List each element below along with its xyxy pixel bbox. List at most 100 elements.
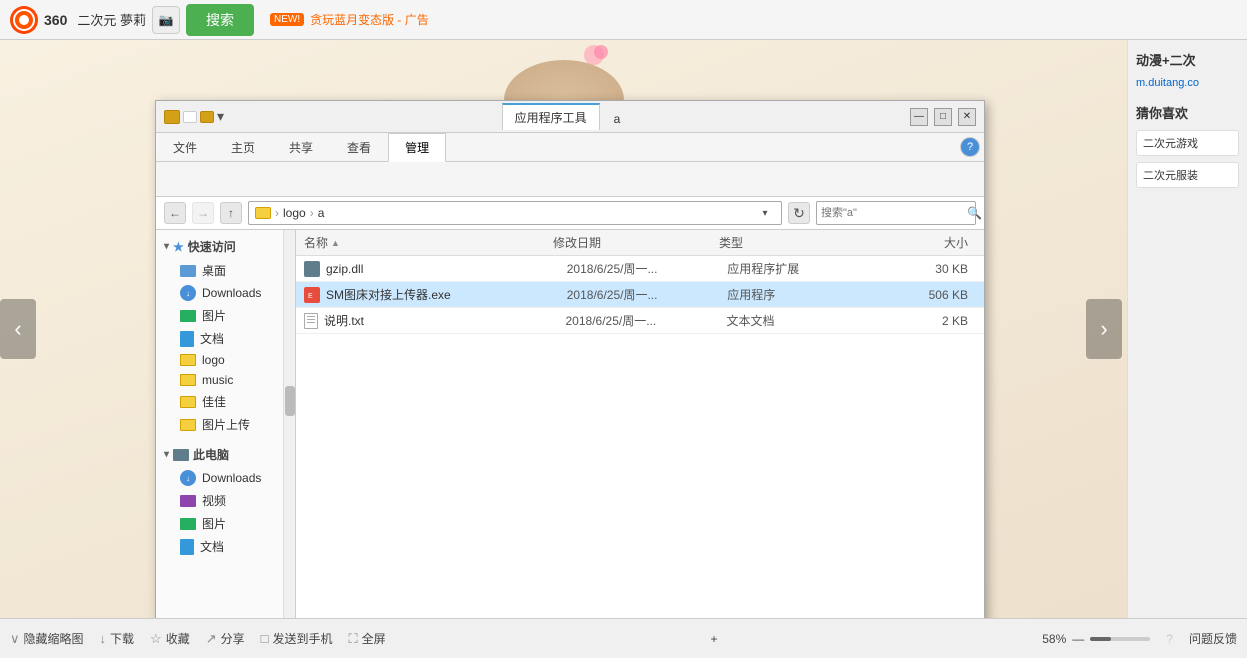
sidebar-link[interactable]: m.duitang.co xyxy=(1136,77,1239,89)
nav-item-image-pc[interactable]: 图片 xyxy=(156,512,295,535)
sidebar-card-0[interactable]: 二次元游戏 xyxy=(1136,130,1239,156)
forward-button[interactable]: → xyxy=(192,202,214,224)
breadcrumb-dropdown[interactable]: ▾ xyxy=(755,203,775,223)
nav-arrow-right[interactable]: › xyxy=(1086,299,1122,359)
zoom-controls: 58% — xyxy=(1042,632,1150,646)
file-type-2: 文本文档 xyxy=(727,312,888,329)
360-logo xyxy=(10,6,38,34)
maximize-button[interactable]: □ xyxy=(934,108,952,126)
nav-item-logo[interactable]: logo xyxy=(156,350,295,370)
nav-label-doc-pc: 文档 xyxy=(200,538,224,555)
download-label: 下载 xyxy=(110,630,134,647)
up-button[interactable]: ↑ xyxy=(220,202,242,224)
nav-item-downloads-pc[interactable]: ↓ Downloads xyxy=(156,467,295,489)
search-area: 二次元 夢莉 📷 搜索 NEW! 贪玩蓝月变态版 - 广告 xyxy=(77,4,477,36)
logo-folder-icon xyxy=(180,354,196,366)
zoom-bar xyxy=(1090,637,1150,641)
zoom-minus-btn[interactable]: — xyxy=(1072,632,1084,646)
nav-label-downloads-pc: Downloads xyxy=(202,471,261,485)
star-icon: ★ xyxy=(173,240,184,254)
sidebar-card-1[interactable]: 二次元服装 xyxy=(1136,162,1239,188)
share-btn[interactable]: ↗ 分享 xyxy=(206,630,245,647)
title-tab-active[interactable]: 应用程序工具 xyxy=(502,103,600,130)
col-header-size[interactable]: 大小 xyxy=(885,234,976,251)
help-button[interactable]: ? xyxy=(960,137,980,157)
image-icon-pc xyxy=(180,518,196,530)
hide-thumbnails-btn[interactable]: ∨ 隐藏缩略图 xyxy=(10,630,84,647)
pc-arrow-icon: ▾ xyxy=(164,449,169,460)
quick-access-header[interactable]: ▾ ★ 快速访问 xyxy=(156,234,295,259)
search-icon: 🔍 xyxy=(967,206,982,220)
nav-item-upload[interactable]: 图片上传 xyxy=(156,413,295,436)
bottom-toolbar: ∨ 隐藏缩略图 ↓ 下载 ☆ 收藏 ↗ 分享 □ 发送到手机 ⛶ 全屏 + 58… xyxy=(0,618,1247,658)
ribbon-tab-share[interactable]: 共享 xyxy=(272,133,330,161)
collect-label: 收藏 xyxy=(166,630,190,647)
file-row-0[interactable]: gzip.dll 2018/6/25/周一... 应用程序扩展 30 KB xyxy=(296,256,984,282)
file-size-1: 506 KB xyxy=(888,288,976,302)
file-list-header: 名称 ▲ 修改日期 类型 大小 xyxy=(296,230,984,256)
fullscreen-btn[interactable]: ⛶ 全屏 xyxy=(349,630,386,647)
close-button[interactable]: ✕ xyxy=(958,108,976,126)
nav-item-video-pc[interactable]: 视频 xyxy=(156,489,295,512)
share-label: 分享 xyxy=(221,630,245,647)
hide-thumbnails-label: 隐藏缩略图 xyxy=(24,630,84,647)
left-nav: ▾ ★ 快速访问 桌面 ◀ ↓ Downloads ◀ 图片 ◀ 文档 xyxy=(156,230,296,620)
ribbon-tab-manage[interactable]: 管理 xyxy=(388,133,446,162)
browser-toolbar: 360 二次元 夢莉 📷 搜索 NEW! 贪玩蓝月变态版 - 广告 xyxy=(0,0,1247,40)
downloads-icon-pc: ↓ xyxy=(180,470,196,486)
camera-button[interactable]: 📷 xyxy=(152,6,180,34)
file-row-2[interactable]: 说明.txt 2018/6/25/周一... 文本文档 2 KB xyxy=(296,308,984,334)
pc-icon xyxy=(173,449,189,461)
col-header-name[interactable]: 名称 ▲ xyxy=(304,234,553,251)
file-row-1[interactable]: E SM图床对接上传器.exe 2018/6/25/周一... 应用程序 506… xyxy=(296,282,984,308)
jiajia-folder-icon xyxy=(180,396,196,408)
nav-label-music: music xyxy=(202,373,233,387)
search-box[interactable]: 🔍 xyxy=(816,201,976,225)
site-name: 360 xyxy=(44,12,67,28)
logo-area: 360 xyxy=(10,6,67,34)
nav-item-pictures-quick[interactable]: 图片 ◀ xyxy=(156,304,295,327)
quick-access-label: 快速访问 xyxy=(188,238,236,255)
file-date-0: 2018/6/25/周一... xyxy=(567,260,728,277)
send-to-phone-btn[interactable]: □ 发送到手机 xyxy=(261,630,333,647)
spacer: + xyxy=(710,632,717,646)
nav-item-docs-quick[interactable]: 文档 ◀ xyxy=(156,327,295,350)
back-button[interactable]: ← xyxy=(164,202,186,224)
left-nav-scrollbar[interactable] xyxy=(283,230,295,620)
dll-icon xyxy=(304,261,320,277)
minimize-button[interactable]: — xyxy=(910,108,928,126)
collect-btn[interactable]: ☆ 收藏 xyxy=(150,630,190,647)
ribbon-tab-file[interactable]: 文件 xyxy=(156,133,214,161)
search-input[interactable] xyxy=(821,207,963,219)
tab-name: a xyxy=(602,108,633,130)
sidebar-section-label: 猜你喜欢 xyxy=(1136,103,1239,122)
nav-label-desktop: 桌面 xyxy=(202,262,226,279)
breadcrumb-bar[interactable]: › logo › a ▾ xyxy=(248,201,782,225)
title-bar: ▾ 应用程序工具 a — □ ✕ xyxy=(156,101,984,133)
nav-item-downloads-quick[interactable]: ↓ Downloads ◀ xyxy=(156,282,295,304)
nav-item-desktop[interactable]: 桌面 ◀ xyxy=(156,259,295,282)
breadcrumb-part-a[interactable]: a xyxy=(318,206,325,220)
feedback-btn[interactable]: 问题反馈 xyxy=(1189,630,1237,647)
file-date-1: 2018/6/25/周一... xyxy=(567,286,728,303)
send-to-phone-label: 发送到手机 xyxy=(273,630,333,647)
breadcrumb-part-logo[interactable]: logo xyxy=(283,206,306,220)
col-header-type[interactable]: 类型 xyxy=(719,234,885,251)
search-button[interactable]: 搜索 xyxy=(186,4,254,36)
nav-item-jiajia[interactable]: 佳佳 xyxy=(156,390,295,413)
ribbon-tab-home[interactable]: 主页 xyxy=(214,133,272,161)
nav-item-music[interactable]: music xyxy=(156,370,295,390)
ribbon-tab-view[interactable]: 查看 xyxy=(330,133,388,161)
quick-access-arrow[interactable]: ▾ xyxy=(217,108,224,125)
nav-item-doc-pc[interactable]: 文档 xyxy=(156,535,295,558)
pc-header[interactable]: ▾ 此电脑 xyxy=(156,442,295,467)
refresh-button[interactable]: ↻ xyxy=(788,202,810,224)
svg-text:E: E xyxy=(308,293,313,300)
ribbon-content xyxy=(156,162,984,196)
col-header-date[interactable]: 修改日期 xyxy=(553,234,719,251)
txt-icon xyxy=(304,313,318,329)
download-btn[interactable]: ↓ 下载 xyxy=(100,630,135,647)
address-bar: ← → ↑ › logo › a ▾ ↻ 🔍 xyxy=(156,197,984,230)
nav-arrow-left[interactable]: ‹ xyxy=(0,299,36,359)
pictures-icon-quick xyxy=(180,310,196,322)
